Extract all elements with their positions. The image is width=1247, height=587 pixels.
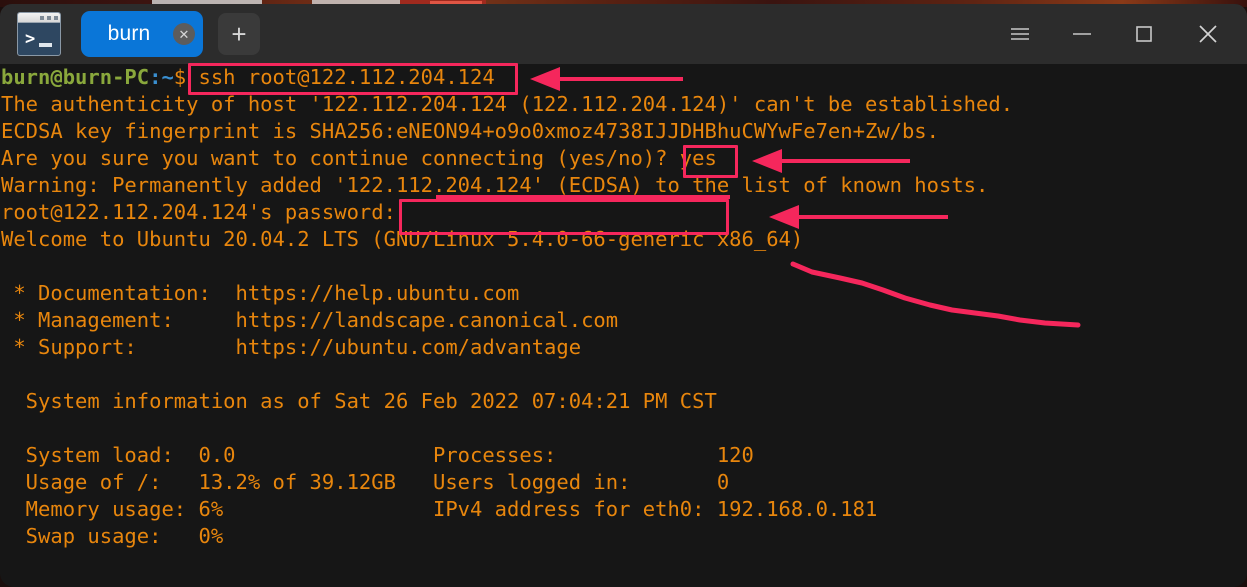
icon-dot	[47, 16, 51, 20]
terminal-icon: >	[17, 12, 61, 56]
terminal-line: Swap usage: 0%	[1, 524, 224, 548]
title-bar: > burn ✕ +	[0, 4, 1247, 64]
prompt-path: :~	[149, 65, 174, 89]
icon-dot	[40, 16, 44, 20]
terminal-line: * Support: https://ubuntu.com/advantage	[1, 335, 582, 359]
terminal-output[interactable]: burn@burn-PC:~$ ssh root@122.112.204.124…	[0, 64, 1247, 587]
terminal-line: ECDSA key fingerprint is SHA256:eNEON94+…	[1, 119, 939, 143]
close-icon	[1199, 25, 1217, 43]
icon-dot	[54, 16, 58, 20]
terminal-line: * Management: https://landscape.canonica…	[1, 308, 619, 332]
prompt-line: burn@burn-PC:~$ ssh root@122.112.204.124	[0, 64, 1247, 91]
terminal-line: Warning: Permanently added '122.112.204.…	[1, 173, 989, 197]
ssh-command-text: ssh root@122.112.204.124	[186, 65, 495, 89]
terminal-line: System information as of Sat 26 Feb 2022…	[1, 389, 717, 413]
terminal-line: Are you sure you want to continue connec…	[1, 146, 717, 170]
terminal-line: Welcome to Ubuntu 20.04.2 LTS (GNU/Linux…	[1, 227, 804, 251]
close-icon[interactable]: ✕	[173, 23, 195, 45]
terminal-line: System load: 0.0 Processes: 120	[1, 443, 754, 467]
terminal-line: The authenticity of host '122.112.204.12…	[1, 92, 1014, 116]
window-controls	[989, 4, 1247, 64]
maximize-button[interactable]	[1113, 4, 1175, 64]
prompt-symbol: $	[173, 65, 187, 89]
menu-icon[interactable]	[989, 4, 1051, 64]
terminal-line-list: burn@burn-PC:~$ ssh root@122.112.204.124…	[0, 64, 1247, 550]
terminal-line: root@122.112.204.124's password:	[1, 200, 396, 224]
terminal-line: Usage of /: 13.2% of 39.12GB Users logge…	[1, 470, 730, 494]
icon-prompt-chevron: >	[25, 29, 36, 49]
tab-burn[interactable]: burn ✕	[81, 11, 203, 57]
window-close-button[interactable]	[1175, 4, 1241, 64]
prompt-user-host: burn@burn-PC	[1, 65, 150, 89]
hamburger-glyph	[1011, 28, 1029, 40]
minimize-icon	[1073, 33, 1091, 35]
new-tab-button[interactable]: +	[218, 13, 260, 55]
icon-cursor	[39, 43, 52, 47]
maximize-icon	[1136, 26, 1152, 42]
terminal-line: Memory usage: 6% IPv4 address for eth0: …	[1, 497, 878, 521]
terminal-window: > burn ✕ + burn@burn-PC:~$ ssh root@122.…	[0, 4, 1247, 587]
tab-label: burn	[107, 22, 151, 45]
minimize-button[interactable]	[1051, 4, 1113, 64]
terminal-line: * Documentation: https://help.ubuntu.com	[1, 281, 520, 305]
